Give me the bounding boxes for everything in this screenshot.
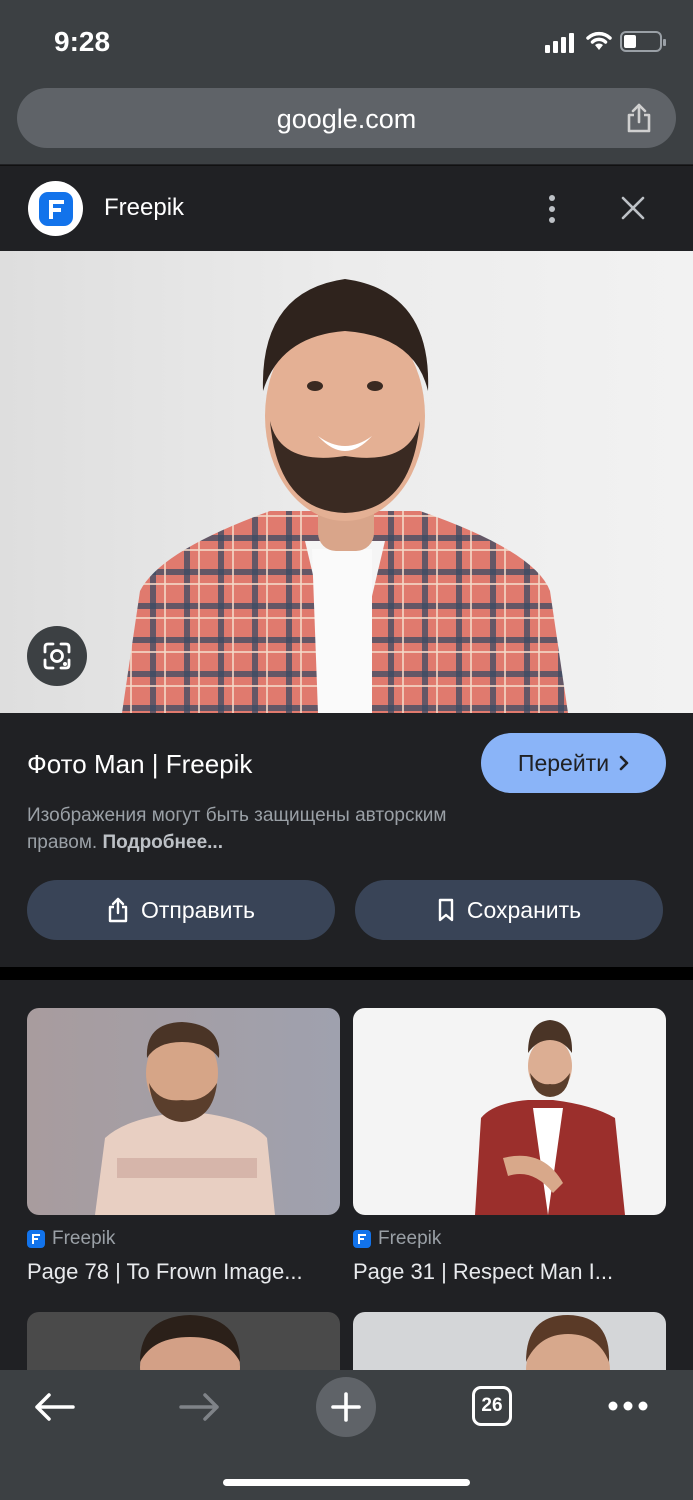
- back-arrow-icon[interactable]: [33, 1392, 75, 1422]
- result-thumbnail[interactable]: [27, 1312, 340, 1372]
- cellular-signal-icon: [545, 33, 574, 53]
- related-result-card[interactable]: [27, 1312, 340, 1372]
- status-bar: 9:28: [0, 0, 693, 82]
- close-icon[interactable]: [620, 195, 646, 221]
- freepik-favicon: [27, 1230, 45, 1248]
- freepik-favicon: [353, 1230, 371, 1248]
- result-caption[interactable]: Page 78 | To Frown Image...: [27, 1259, 340, 1285]
- chevron-right-icon: [619, 755, 629, 771]
- status-time: 9:28: [54, 26, 111, 57]
- section-divider: [0, 967, 693, 980]
- site-name: Freepik: [104, 194, 185, 221]
- home-indicator[interactable]: [223, 1479, 470, 1486]
- new-tab-button[interactable]: [316, 1377, 376, 1437]
- man-portrait-illustration: [122, 279, 568, 713]
- result-source: Freepik: [27, 1228, 340, 1250]
- learn-more-link[interactable]: Подробнее...: [103, 832, 223, 853]
- bookmark-icon: [438, 898, 454, 922]
- address-bar[interactable]: google.com: [17, 88, 676, 148]
- wifi-icon: [586, 31, 612, 50]
- battery-icon: [620, 31, 666, 52]
- more-options-icon[interactable]: [548, 194, 556, 224]
- share-label: Отправить: [140, 896, 256, 923]
- share-button[interactable]: Отправить: [27, 880, 335, 940]
- copyright-notice: Изображения могут быть защищены авторски…: [27, 802, 497, 856]
- related-result-card[interactable]: Freepik Page 78 | To Frown Image...: [27, 1008, 340, 1285]
- more-menu-icon[interactable]: [607, 1400, 649, 1412]
- goto-label: Перейти: [517, 749, 610, 776]
- source-name: Freepik: [52, 1228, 116, 1249]
- image-info-section: Фото Man | Freepik Перейти Изображения м…: [0, 713, 693, 967]
- lens-icon: [43, 642, 71, 670]
- image-title: Фото Man | Freepik: [27, 749, 253, 779]
- freepik-logo: [28, 181, 83, 236]
- google-lens-button[interactable]: [27, 626, 87, 686]
- plus-icon: [331, 1392, 361, 1422]
- notice-text: Изображения могут быть защищены авторски…: [27, 805, 447, 853]
- result-thumbnail[interactable]: [353, 1312, 666, 1372]
- result-source: Freepik: [353, 1228, 666, 1250]
- forward-arrow-icon[interactable]: [179, 1392, 221, 1422]
- result-thumbnail[interactable]: [353, 1008, 666, 1215]
- goto-button[interactable]: Перейти: [481, 733, 666, 793]
- address-bar-area: google.com: [0, 82, 693, 164]
- save-button[interactable]: Сохранить: [355, 880, 663, 940]
- save-label: Сохранить: [466, 896, 582, 923]
- related-result-card[interactable]: [353, 1312, 666, 1372]
- related-images-grid: Freepik Page 78 | To Frown Image... Free…: [0, 980, 693, 1372]
- tab-switcher-button[interactable]: 26: [472, 1386, 512, 1426]
- url-text: google.com: [276, 104, 417, 134]
- main-image[interactable]: [0, 251, 693, 713]
- source-name: Freepik: [378, 1228, 442, 1249]
- related-result-card[interactable]: Freepik Page 31 | Respect Man I...: [353, 1008, 666, 1285]
- result-caption[interactable]: Page 31 | Respect Man I...: [353, 1259, 666, 1285]
- result-thumbnail[interactable]: [27, 1008, 340, 1215]
- share-icon: [108, 897, 128, 923]
- share-icon[interactable]: [624, 102, 654, 134]
- image-panel-header: Freepik: [0, 165, 693, 251]
